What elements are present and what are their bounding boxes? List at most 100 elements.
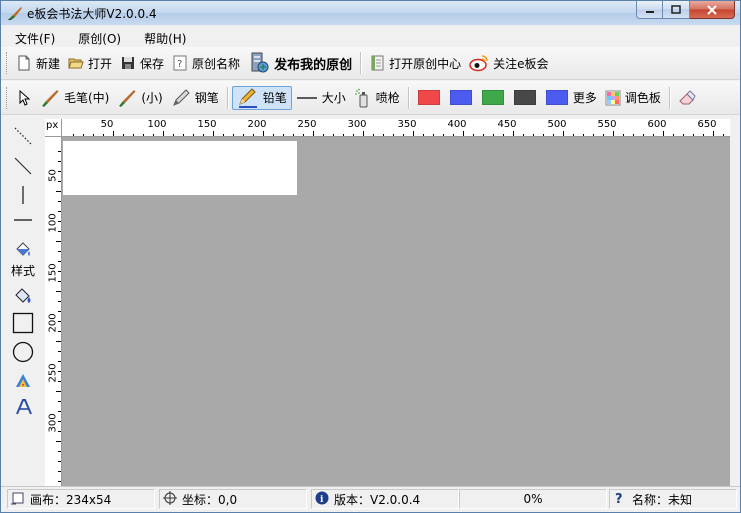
book-icon: [369, 55, 385, 71]
toolbar-grip[interactable]: [6, 52, 9, 74]
status-progress-text: 0%: [523, 492, 543, 506]
ruler-label: 100: [147, 119, 167, 130]
ellipse-tool[interactable]: [12, 341, 34, 363]
publish-button[interactable]: 发布我的原创: [244, 51, 356, 75]
fill-tool[interactable]: [12, 285, 34, 307]
ruler-tick: [403, 134, 404, 136]
more-colors-button[interactable]: 更多: [573, 86, 601, 110]
brush-medium-label: 毛笔(中): [64, 91, 110, 105]
ruler-tick: [573, 134, 574, 136]
ruler-tick: [683, 134, 684, 136]
brush-medium-button[interactable]: 毛笔(中): [36, 86, 113, 110]
original-name-button[interactable]: ? 原创名称: [168, 51, 244, 75]
new-file-icon: [16, 55, 32, 71]
title-bar[interactable]: e板会书法大师V2.0.0.4: [1, 1, 740, 25]
vertical-line-tool[interactable]: [12, 184, 34, 206]
canvas-workspace[interactable]: [62, 137, 730, 486]
brush-small-button[interactable]: (小): [113, 86, 166, 110]
ruler-tick: [643, 134, 644, 136]
ruler-tick: [243, 134, 244, 136]
ruler-tick: [413, 131, 414, 136]
paint-bucket-icon: [16, 242, 30, 256]
eraser-button[interactable]: [674, 86, 700, 110]
horizontal-line-tool[interactable]: [12, 209, 34, 231]
color-swatch-blue[interactable]: [449, 90, 472, 105]
ruler-tick: [213, 131, 214, 136]
vertical-scrollbar[interactable]: [730, 119, 740, 486]
color-swatch-green[interactable]: [481, 90, 504, 105]
horizontal-line-icon: [14, 219, 32, 221]
status-coordinates: 坐标：0,0: [159, 489, 307, 509]
drawing-canvas[interactable]: [63, 141, 297, 195]
new-button[interactable]: 新建: [12, 51, 64, 75]
ruler-tick: [58, 161, 61, 162]
publish-label: 发布我的原创: [274, 57, 353, 73]
ruler-tick: [473, 134, 474, 136]
ruler-tick: [133, 134, 134, 136]
pen-button[interactable]: 钢笔: [167, 86, 223, 110]
ruler-tick: [453, 134, 454, 136]
app-window: e板会书法大师V2.0.0.4 文件(F) 原创(O) 帮助(H) 新建 打开: [0, 0, 741, 513]
ruler-tick: [83, 134, 84, 136]
open-folder-icon: [68, 55, 84, 71]
ruler-tick: [123, 134, 124, 136]
style-tool[interactable]: [12, 239, 34, 261]
ruler-tick: [383, 134, 384, 136]
drawing-toolbar: 毛笔(中) (小) 钢笔 铅笔 大小 喷枪 更多 调色板: [1, 81, 740, 115]
dotted-line-icon: [14, 127, 32, 145]
dotted-line-tool[interactable]: [12, 125, 34, 147]
ruler-tick: [593, 134, 594, 136]
color-swatch-red[interactable]: [417, 90, 440, 105]
minimize-button[interactable]: [636, 1, 663, 19]
color-pick-tool[interactable]: [12, 370, 34, 392]
status-name-text: 名称：未知: [632, 492, 693, 507]
ruler-label: 450: [497, 119, 517, 130]
ruler-tick: [193, 134, 194, 136]
ruler-tick: [93, 134, 94, 136]
spray-button[interactable]: 喷枪: [350, 86, 404, 110]
left-tool-panel: 样式: [1, 119, 45, 486]
brush-icon: [40, 88, 60, 108]
ruler-label: 250: [297, 119, 317, 130]
ruler-tick: [163, 131, 164, 136]
brush-icon: [117, 88, 137, 108]
diagonal-line-tool[interactable]: [12, 155, 34, 177]
rectangle-tool[interactable]: [12, 312, 34, 334]
brush-small-label: (小): [141, 91, 163, 105]
ruler-tick: [583, 134, 584, 136]
ruler-label: 150: [197, 119, 217, 130]
text-tool[interactable]: [12, 396, 34, 418]
maximize-button[interactable]: [663, 1, 690, 19]
ruler-tick: [56, 191, 61, 192]
spray-label: 喷枪: [375, 91, 400, 105]
toolbar-separator: [668, 86, 670, 109]
ruler-tick: [623, 134, 624, 136]
select-tool-button[interactable]: [12, 86, 36, 110]
size-button[interactable]: 大小: [292, 86, 350, 110]
open-center-button[interactable]: 打开原创中心: [365, 51, 465, 75]
toolbar-grip[interactable]: [6, 86, 9, 109]
close-button[interactable]: [690, 1, 735, 19]
ruler-tick: [58, 261, 61, 262]
size-label: 大小: [321, 91, 346, 105]
color-swatch-blue-2[interactable]: [545, 90, 568, 105]
ruler-tick: [513, 131, 514, 136]
pencil-button[interactable]: 铅笔: [231, 85, 292, 110]
color-swatch-dark-gray[interactable]: [513, 90, 536, 105]
save-button[interactable]: 保存: [116, 51, 168, 75]
ruler-tick: [483, 134, 484, 136]
ruler-label: 200: [247, 119, 267, 130]
open-button[interactable]: 打开: [64, 51, 116, 75]
close-icon: [707, 4, 717, 15]
follow-button[interactable]: 关注e板会: [465, 51, 552, 75]
ruler-label: 550: [597, 119, 617, 130]
palette-label: 调色板: [624, 91, 661, 105]
menu-help[interactable]: 帮助(H): [130, 27, 195, 47]
palette-button[interactable]: 调色板: [601, 86, 665, 110]
status-version-text: 版本：V2.0.0.4: [334, 492, 421, 507]
ruler-tick: [56, 241, 61, 242]
menu-original[interactable]: 原创(O): [64, 27, 130, 47]
menu-file[interactable]: 文件(F): [1, 27, 64, 47]
ruler-tick: [493, 134, 494, 136]
ruler-label: 400: [447, 119, 467, 130]
